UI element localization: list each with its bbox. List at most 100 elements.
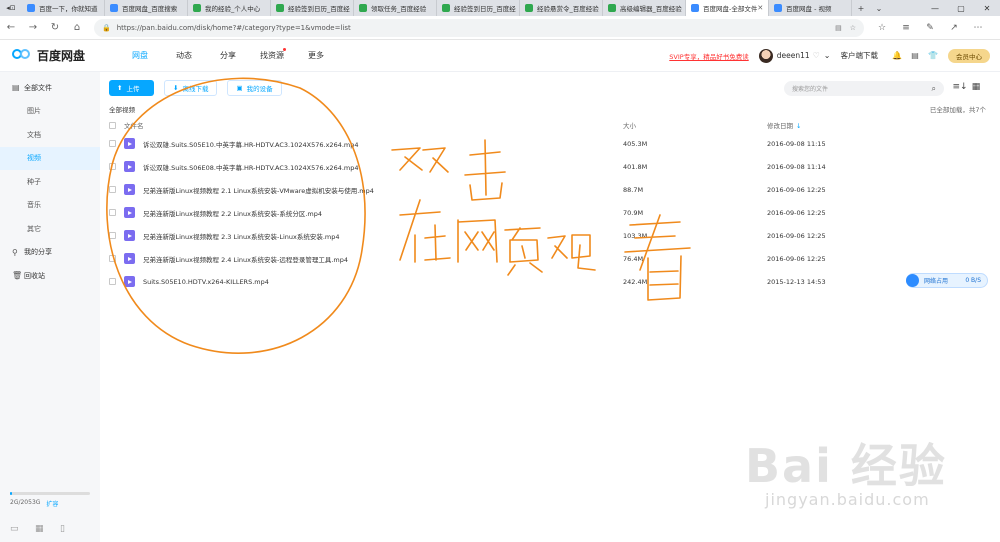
file-name[interactable]: 兄弟连新版Linux视频教程 2.4 Linux系统安装-远程登录管理工具.mp… [143,254,348,264]
my-devices-button[interactable]: ▣ 我的设备 [227,80,282,96]
column-modified[interactable]: 修改日期 ↓ [767,120,967,130]
sort-icon[interactable]: ≡↓ [952,82,968,92]
browser-tab[interactable]: 经验签到日历_百度经 [271,0,354,16]
table-row[interactable]: Suits.S05E10.HDTV.x264-KILLERS.mp4 242.4M… [109,270,989,293]
expand-storage-link[interactable]: 扩容 [46,499,58,508]
reading-view-icon[interactable]: ▤ [835,24,842,32]
file-name[interactable]: 兄弟连新版Linux视频教程 2.3 Linux系统安装-Linux系统安装.m… [143,231,340,241]
table-row[interactable]: 兄弟连新版Linux视频教程 2.1 Linux系统安装-VMware虚拟机安装… [109,178,989,201]
browser-tab[interactable]: 我的经验_个人中心 [188,0,271,16]
browser-tab[interactable]: 百度网盘_百度搜索 [105,0,188,16]
cloud-logo-icon [12,48,32,63]
skin-icon[interactable]: 👕 [924,51,942,60]
sidebar-item[interactable]: 音乐 [0,194,100,218]
row-checkbox[interactable] [109,209,116,216]
close-window-icon[interactable]: ✕ [974,0,1000,16]
client-download-link[interactable]: 客户端下载 [841,50,879,61]
logo[interactable]: 百度网盘 [12,47,112,64]
table-row[interactable]: 兄弟连新版Linux视频教程 2.2 Linux系统安装-系统分区.mp4 70.… [109,201,989,224]
browser-tab[interactable]: 经验签到日历_百度经 [437,0,520,16]
nav-disk[interactable]: 网盘 [118,50,162,61]
search-icon[interactable]: ⌕ [932,84,936,94]
tab-label: 领取任务_百度经验 [371,5,427,13]
notes-icon[interactable]: ▤ [906,51,924,60]
svip-promo-link[interactable]: SVIP专享，精品好书免费读 [669,51,748,61]
upload-button[interactable]: ⬆ 上传 [109,80,154,96]
file-size: 103.3M [623,231,648,240]
file-name[interactable]: 兄弟连新版Linux视频教程 2.1 Linux系统安装-VMware虚拟机安装… [143,185,374,195]
grid-view-icon[interactable]: ▦ [968,82,984,92]
column-size[interactable]: 大小 [623,120,767,130]
sidebar: ▤ 全部文件 图片 文档 视频 种子 音乐 其它 ⚲ 我的分享 🗑 回收站 2G/2053G 扩容 ▭… [0,72,100,542]
bell-icon[interactable]: 🔔 [888,51,906,60]
table-row[interactable]: 兄弟连新版Linux视频教程 2.3 Linux系统安装-Linux系统安装.m… [109,224,989,247]
select-all-checkbox[interactable] [109,121,116,129]
network-usage-widget[interactable]: 网络占用 0 B/S [906,273,988,288]
more-icon[interactable]: ⋯ [966,23,990,33]
sidebar-item[interactable]: 🗑 回收站 [0,264,100,288]
browser-tab[interactable]: 高级编辑器_百度经验 [603,0,686,16]
phone-icon[interactable]: ▯ [60,524,85,534]
file-name[interactable]: 诉讼双雄.Suits.S06E08.中英字幕.HR-HDTV.AC3.1024X… [143,162,359,172]
table-row[interactable]: 诉讼双雄.Suits.S06E08.中英字幕.HR-HDTV.AC3.1024X… [109,155,989,178]
sidebar-item[interactable]: 文档 [0,123,100,147]
file-size: 70.9M [623,208,644,217]
sidebar-item[interactable]: 种子 [0,170,100,194]
column-modified-label: 修改日期 [767,122,793,130]
sidebar-item[interactable]: ⚲ 我的分享 [0,241,100,265]
back-icon[interactable]: ← [0,22,22,33]
file-name[interactable]: 诉讼双雄.Suits.S05E10.中英字幕.HR-HDTV.AC3.1024X… [143,139,359,149]
reload-icon[interactable]: ↻ [44,22,66,33]
monitor-icon[interactable]: ▭ [10,524,35,534]
home-icon[interactable]: ⌂ [66,22,88,33]
sidebar-item[interactable]: 图片 [0,100,100,124]
browser-tab[interactable]: 百度网盘 - 视频 [769,0,852,16]
nav-resources[interactable]: 找资源 [250,48,294,61]
share-icon[interactable]: ↗ [942,23,966,33]
row-checkbox[interactable] [109,232,116,239]
browser-tab[interactable]: 百度一下，你就知道 [22,0,105,16]
sidebar-item[interactable]: 视频 [0,146,100,170]
reading-list-icon[interactable]: ≡ [894,23,918,33]
column-name[interactable]: 文件名 [124,120,144,130]
search-input[interactable]: 搜索您的文件 ⌕ [784,81,944,96]
url-field[interactable]: 🔒 https://pan.baidu.com/disk/home?#/cate… [94,18,864,37]
pen-icon[interactable]: ✎ [918,23,942,33]
table-row[interactable]: 诉讼双雄.Suits.S05E10.中英字幕.HR-HDTV.AC3.1024X… [109,132,989,155]
row-checkbox[interactable] [109,163,116,170]
row-checkbox[interactable] [109,255,116,262]
member-center-button[interactable]: 会员中心 [948,48,990,63]
maximize-icon[interactable]: ▢ [948,0,974,16]
sidebar-item-label: 种子 [27,177,41,186]
avatar[interactable] [758,48,773,63]
nav-share[interactable]: 分享 [206,50,250,61]
calendar-icon[interactable]: ▦ [35,524,60,534]
browser-tab[interactable]: 领取任务_百度经验 [354,0,437,16]
nav-activity[interactable]: 动态 [162,50,206,61]
row-checkbox[interactable] [109,140,116,147]
trash-icon: 🗑 [12,271,23,281]
favorites-icon[interactable]: ☆ [870,23,894,33]
favorite-star-icon[interactable]: ☆ [850,24,856,32]
browser-tab[interactable]: 经验悬赏令_百度经验 [520,0,603,16]
nav-more[interactable]: 更多 [294,50,338,61]
file-name[interactable]: Suits.S05E10.HDTV.x264-KILLERS.mp4 [143,278,269,286]
sidebar-item[interactable]: ▤ 全部文件 [0,76,100,100]
network-ball-icon [906,274,919,287]
row-checkbox[interactable] [109,278,116,285]
offline-download-button[interactable]: ⬇ 离线下载 [164,80,218,96]
tab-menu-icon[interactable]: ◂⊡ [0,0,22,16]
chevron-down-icon[interactable]: ⌄ [870,0,888,16]
browser-tab-strip: ◂⊡ 百度一下，你就知道 百度网盘_百度搜索 我的经验_个人中心 经验签到日历_百度经… [0,0,1000,16]
username[interactable]: deeen11 [777,51,810,60]
row-checkbox[interactable] [109,186,116,193]
table-row[interactable]: 兄弟连新版Linux视频教程 2.4 Linux系统安装-远程登录管理工具.mp… [109,247,989,270]
file-name[interactable]: 兄弟连新版Linux视频教程 2.2 Linux系统安装-系统分区.mp4 [143,208,322,218]
new-tab-icon[interactable]: + [852,0,870,16]
forward-icon[interactable]: → [22,22,44,33]
minimize-icon[interactable]: — [922,0,948,16]
sidebar-item[interactable]: 其它 [0,217,100,241]
close-tab-icon[interactable]: ✕ [757,4,763,12]
chevron-down-icon[interactable]: ⌄ [824,51,831,60]
browser-tab[interactable]: 百度网盘-全部文件 ✕ [686,0,769,16]
